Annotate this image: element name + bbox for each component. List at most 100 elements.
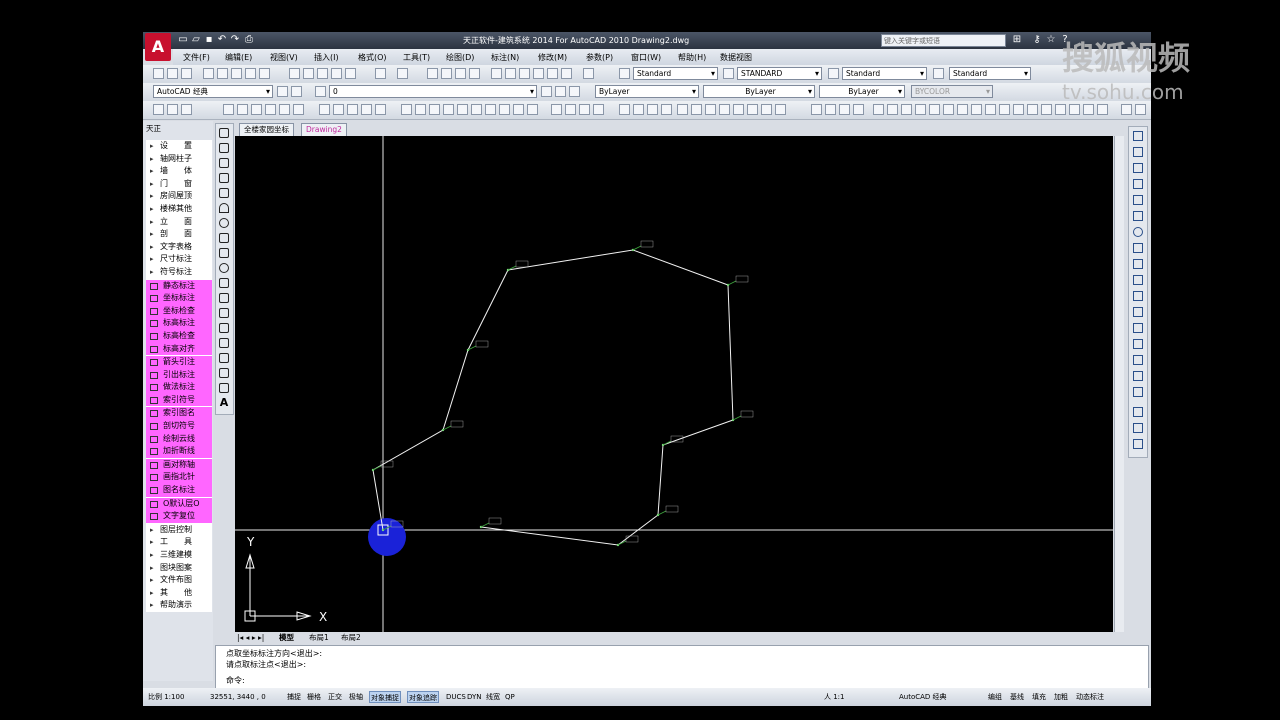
dyn-button[interactable]: DYN	[466, 691, 483, 703]
polar-button[interactable]: 极轴	[348, 691, 364, 703]
osnap-button[interactable]: 对象捕捉	[369, 691, 401, 703]
boundary-icon[interactable]	[929, 104, 940, 115]
paste-icon[interactable]	[317, 68, 328, 79]
array-icon[interactable]	[1133, 195, 1143, 205]
rectangle-icon[interactable]	[219, 188, 229, 198]
walk-icon[interactable]	[719, 104, 730, 115]
tool-drawing-title[interactable]: 图名标注	[146, 484, 212, 497]
layer-freeze-icon[interactable]	[579, 104, 590, 115]
dimension-arc-icon[interactable]	[251, 104, 262, 115]
image-icon[interactable]	[1041, 104, 1052, 115]
wall-icon[interactable]	[319, 104, 330, 115]
menu-other[interactable]: 其 他	[146, 587, 212, 600]
3d-dwf-icon[interactable]	[245, 68, 256, 79]
menu-draw[interactable]: 绘图(D)	[446, 52, 474, 63]
scale-button[interactable]: 比例 1:100	[147, 691, 185, 703]
markup-icon[interactable]	[547, 68, 558, 79]
print-icon[interactable]	[203, 68, 214, 79]
window-icon[interactable]	[347, 104, 358, 115]
make-block-icon[interactable]	[219, 308, 229, 318]
gradient-icon[interactable]	[219, 353, 229, 363]
tool-section-symbol[interactable]: 剖切符号	[146, 420, 212, 433]
draw-order-icon[interactable]	[1133, 407, 1143, 417]
workspace-select[interactable]: AutoCAD 经典	[153, 85, 273, 98]
spline-icon[interactable]	[219, 248, 229, 258]
list-icon[interactable]	[1097, 104, 1108, 115]
undo-icon[interactable]	[375, 68, 386, 79]
lineweight-select[interactable]: ByLayer	[819, 85, 905, 98]
menu-format[interactable]: 格式(O)	[358, 52, 387, 63]
line-icon[interactable]	[219, 128, 229, 138]
annotation-scale[interactable]: 人 1:1	[823, 691, 846, 703]
baseline-button[interactable]: 基线	[1009, 691, 1025, 703]
tool-draw-revcloud[interactable]: 绘制云线	[146, 432, 212, 446]
break-at-point-icon[interactable]	[1133, 307, 1143, 317]
insert-block-icon[interactable]	[853, 104, 864, 115]
tool-symmetry-axis[interactable]: 画对称轴	[146, 458, 212, 472]
lineweight-button[interactable]: 线宽	[485, 691, 501, 703]
star-icon[interactable]: ☆	[1045, 34, 1057, 46]
binoculars-icon[interactable]: ⊞	[1011, 34, 1023, 46]
new-icon[interactable]: ▭	[177, 34, 189, 46]
autocad-logo[interactable]: A	[145, 33, 171, 61]
revcloud-icon[interactable]	[219, 233, 229, 243]
otrack-button[interactable]: 对象追踪	[407, 691, 439, 703]
array-icon[interactable]	[499, 104, 510, 115]
menu-dimension[interactable]: 尺寸标注	[146, 253, 212, 266]
orbit-icon[interactable]	[647, 104, 658, 115]
open-icon[interactable]	[167, 68, 178, 79]
extend-icon[interactable]	[1133, 291, 1143, 301]
menu-axis-column[interactable]: 轴网柱子	[146, 153, 212, 166]
menu-data-view[interactable]: 数据视图	[720, 52, 752, 63]
tool-leader-annotation[interactable]: 引出标注	[146, 368, 212, 382]
dimension-linear-icon[interactable]	[223, 104, 234, 115]
redo-icon[interactable]: ↷	[229, 34, 241, 46]
region-icon[interactable]	[943, 104, 954, 115]
table-style-icon[interactable]	[828, 68, 839, 79]
wipeout-icon[interactable]	[957, 104, 968, 115]
plot-icon[interactable]	[259, 68, 270, 79]
more-tools-icon[interactable]	[1121, 104, 1132, 115]
layer-state-icon[interactable]	[569, 86, 580, 97]
menu-view[interactable]: 视图(V)	[270, 52, 298, 63]
mirror-icon[interactable]	[471, 104, 482, 115]
menu-file-layout[interactable]: 文件布图	[146, 574, 212, 587]
new-icon[interactable]	[153, 68, 164, 79]
clip-icon[interactable]	[775, 104, 786, 115]
dynamic-annotation-button[interactable]: 动态标注	[1075, 691, 1105, 703]
camera-icon[interactable]	[705, 104, 716, 115]
table-style-select[interactable]: Standard	[842, 67, 927, 80]
menu-modify[interactable]: 修改(M)	[538, 52, 567, 63]
polyline-icon[interactable]	[219, 158, 229, 168]
print-icon[interactable]: ⎙	[243, 34, 255, 46]
zoom-window-icon[interactable]	[455, 68, 466, 79]
menu-tools[interactable]: 工 具	[146, 536, 212, 549]
dimension-diameter-icon[interactable]	[293, 104, 304, 115]
text-style-icon[interactable]	[619, 68, 630, 79]
layer-off-icon[interactable]	[565, 104, 576, 115]
table-icon[interactable]	[415, 104, 426, 115]
text-icon[interactable]	[401, 104, 412, 115]
spline-icon[interactable]	[887, 104, 898, 115]
measure-icon[interactable]	[1083, 104, 1094, 115]
dimension-aligned-icon[interactable]	[237, 104, 248, 115]
axis-icon[interactable]	[167, 104, 178, 115]
ungroup-icon[interactable]	[825, 104, 836, 115]
layer-lock-icon[interactable]	[593, 104, 604, 115]
region-icon[interactable]	[219, 368, 229, 378]
sheet-set-icon[interactable]	[533, 68, 544, 79]
color-select[interactable]: ByLayer	[595, 85, 699, 98]
tab-layout1[interactable]: 布局1	[309, 632, 329, 643]
sky-icon[interactable]	[761, 104, 772, 115]
room-icon[interactable]	[375, 104, 386, 115]
rotate-icon[interactable]	[1133, 227, 1143, 237]
fill-button[interactable]: 填充	[1031, 691, 1047, 703]
menu-symbol-annotation[interactable]: 符号标注	[146, 266, 212, 279]
explode-icon[interactable]	[1133, 387, 1143, 397]
arc-icon[interactable]	[219, 203, 229, 213]
column-icon[interactable]	[181, 104, 192, 115]
ellipse-arc-icon[interactable]	[219, 278, 229, 288]
move-icon[interactable]	[443, 104, 454, 115]
workspace-save-icon[interactable]	[291, 86, 302, 97]
workspace-switch[interactable]: AutoCAD 经典	[898, 691, 948, 703]
